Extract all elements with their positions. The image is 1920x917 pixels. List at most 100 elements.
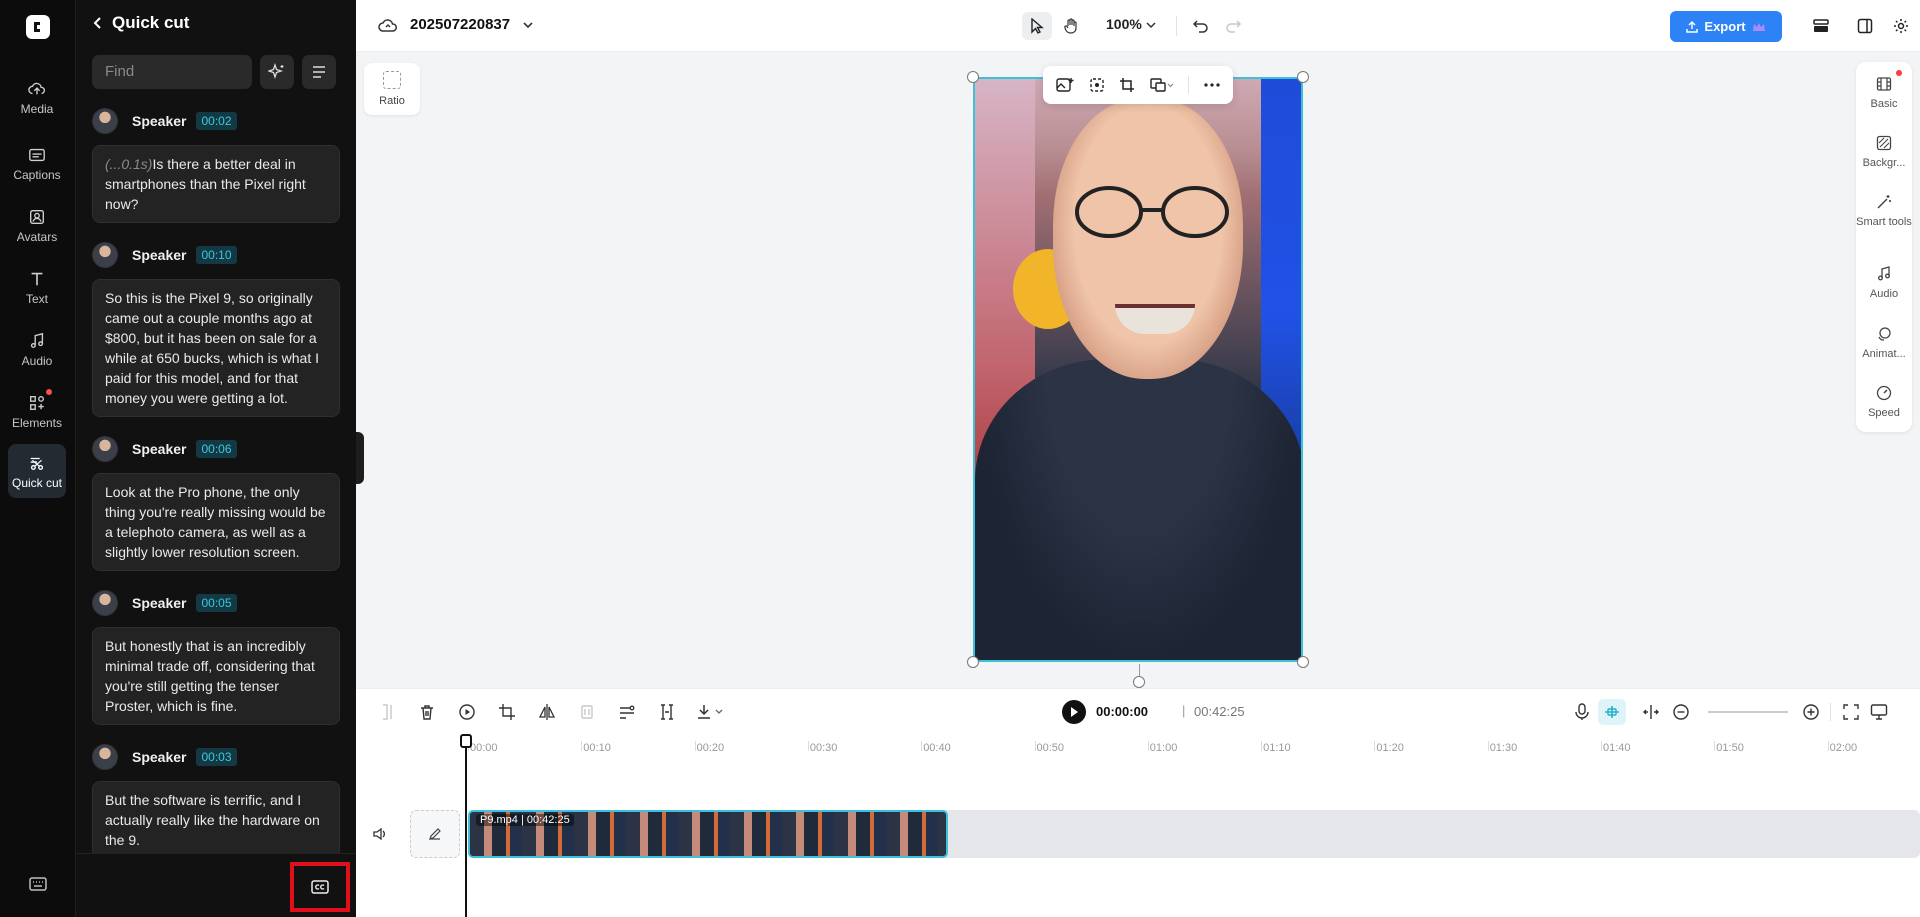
play-button[interactable]	[1062, 700, 1086, 724]
speaker-name: Speaker	[132, 441, 187, 457]
link-split-icon[interactable]	[1642, 703, 1660, 721]
segment-text[interactable]: (...0.1s)Is there a better deal in smart…	[92, 145, 340, 223]
transcript-segment[interactable]: Speaker 00:06 Look at the Pro phone, the…	[92, 435, 340, 571]
resize-handle-tl[interactable]	[967, 71, 979, 83]
segment-text[interactable]: So this is the Pixel 9, so originally ca…	[92, 279, 340, 417]
music-note-icon	[1878, 266, 1890, 281]
trim-icon[interactable]	[658, 703, 676, 721]
track-edit-button[interactable]	[410, 810, 460, 858]
ruler-tick-line	[694, 741, 696, 751]
ruler-tick-label: 01:30	[1489, 742, 1518, 754]
transcript-segment[interactable]: Speaker 00:02 (...0.1s)Is there a better…	[92, 107, 340, 223]
find-input[interactable]: Find	[92, 55, 252, 89]
download-dropdown-icon[interactable]	[696, 703, 726, 721]
prop-smart-tools[interactable]: Smart tools	[1856, 194, 1912, 228]
rail-item-avatars[interactable]: Avatars	[8, 208, 66, 244]
segment-time: 00:06	[196, 440, 237, 458]
prop-label: Audio	[1869, 288, 1899, 300]
flip-icon[interactable]	[538, 703, 556, 721]
rail-item-text[interactable]: Text	[8, 270, 66, 306]
trash-icon[interactable]	[418, 703, 436, 721]
more-options-icon[interactable]	[1204, 83, 1220, 87]
time-ruler[interactable]: 00:00 00:10 00:20 00:30 00:40 00:50 01:00 01:10…	[356, 734, 1920, 764]
prop-background[interactable]: Backgr...	[1856, 135, 1912, 169]
magic-wand-icon	[1877, 195, 1891, 209]
hand-tool-button[interactable]	[1056, 12, 1086, 40]
ruler-tick-label: 00:40	[923, 742, 951, 754]
crop-icon[interactable]	[498, 703, 516, 721]
split-icon[interactable]	[378, 703, 396, 721]
crop-icon[interactable]	[1119, 77, 1135, 93]
list-filter-icon	[313, 66, 325, 78]
rotate-handle[interactable]	[1133, 676, 1145, 688]
keyboard-icon[interactable]	[29, 876, 47, 892]
zoom-out-icon[interactable]	[1672, 703, 1690, 721]
resize-handle-br[interactable]	[1297, 656, 1309, 668]
prop-basic[interactable]: Basic	[1856, 76, 1912, 110]
undo-button[interactable]	[1186, 12, 1216, 40]
zoom-level-dropdown[interactable]: 100%	[1106, 16, 1156, 32]
replace-dropdown-icon[interactable]	[1150, 77, 1174, 93]
export-button[interactable]: Export	[1670, 11, 1782, 42]
settings-button[interactable]	[1886, 12, 1916, 40]
transcript-segment[interactable]: Speaker 00:05 But honestly that is an in…	[92, 589, 340, 725]
select-tool-button[interactable]	[1022, 12, 1052, 40]
zoom-slider[interactable]	[1708, 711, 1788, 713]
rail-item-quick-cut[interactable]: Quick cut	[8, 444, 66, 498]
ai-sparkle-button[interactable]	[260, 55, 294, 89]
segment-text[interactable]: But honestly that is an incredibly minim…	[92, 627, 340, 725]
ruler-tick-line	[1374, 741, 1376, 751]
preview-monitor-icon[interactable]	[1870, 703, 1888, 721]
ruler-tick-label: 00:20	[696, 742, 725, 754]
timeline-area[interactable]: 00:00 00:10 00:20 00:30 00:40 00:50 01:00 01:10…	[356, 734, 1920, 917]
prop-speed[interactable]: Speed	[1856, 385, 1912, 419]
resize-handle-tr[interactable]	[1297, 71, 1309, 83]
playhead-handle[interactable]	[460, 734, 472, 748]
fullscreen-icon[interactable]	[1842, 703, 1860, 721]
quick-cut-panel: Quick cut Find Speaker 00:02 (...0.1s)Is…	[76, 0, 356, 917]
captions-toggle-button[interactable]	[290, 862, 350, 912]
freeze-icon[interactable]	[578, 703, 596, 721]
transcript-segment[interactable]: Speaker 00:03 But the software is terrif…	[92, 743, 340, 859]
project-title-group[interactable]: 202507220837	[378, 16, 534, 33]
speaker-avatar	[92, 436, 118, 462]
segment-text[interactable]: But the software is terrific, and I actu…	[92, 781, 340, 859]
transcript-segment[interactable]: Speaker 00:10 So this is the Pixel 9, so…	[92, 241, 340, 417]
filter-list-button[interactable]	[302, 55, 336, 89]
track-volume-icon[interactable]	[372, 826, 388, 842]
video-clip[interactable]: P9.mp4 | 00:42:25	[468, 810, 948, 858]
ruler-tick-line	[1827, 741, 1829, 751]
zoom-value: 100%	[1106, 16, 1142, 32]
rail-item-captions[interactable]: Captions	[8, 146, 66, 182]
video-preview[interactable]	[973, 77, 1303, 662]
adjust-icon[interactable]	[618, 703, 636, 721]
aspect-ratio-button[interactable]: Ratio	[364, 63, 420, 115]
image-add-icon[interactable]	[1056, 77, 1074, 93]
remove-bg-icon[interactable]	[1089, 77, 1105, 93]
layers-button[interactable]	[1806, 12, 1836, 40]
panel-collapse-handle[interactable]	[356, 432, 364, 484]
closed-captions-icon	[311, 880, 329, 894]
prop-animation[interactable]: Animat...	[1856, 326, 1912, 360]
rail-item-audio[interactable]: Audio	[8, 332, 66, 368]
left-rail: Media Captions Avatars Text Audio Elemen…	[0, 0, 76, 917]
playback-loop-icon[interactable]	[458, 703, 476, 721]
playhead-line	[465, 736, 467, 917]
layout-split-button[interactable]	[1850, 12, 1880, 40]
zoom-in-icon[interactable]	[1802, 703, 1820, 721]
magnet-snap-button[interactable]	[1598, 699, 1626, 725]
prop-audio[interactable]: Audio	[1856, 266, 1912, 300]
resize-handle-bl[interactable]	[967, 656, 979, 668]
rail-item-media[interactable]: Media	[8, 80, 66, 116]
ruler-tick-label: 00:30	[809, 742, 838, 754]
rail-label: Captions	[13, 168, 61, 182]
split-panel-icon	[1857, 18, 1873, 34]
segment-text[interactable]: Look at the Pro phone, the only thing yo…	[92, 473, 340, 571]
ruler-tick-label: 01:40	[1603, 742, 1631, 754]
microphone-icon[interactable]	[1573, 703, 1591, 721]
redo-button[interactable]	[1218, 12, 1248, 40]
video-subject-glasses	[1075, 186, 1229, 238]
capcut-logo-icon[interactable]	[26, 15, 50, 39]
back-chevron-icon[interactable]	[92, 16, 102, 30]
rail-item-elements[interactable]: Elements	[8, 394, 66, 430]
